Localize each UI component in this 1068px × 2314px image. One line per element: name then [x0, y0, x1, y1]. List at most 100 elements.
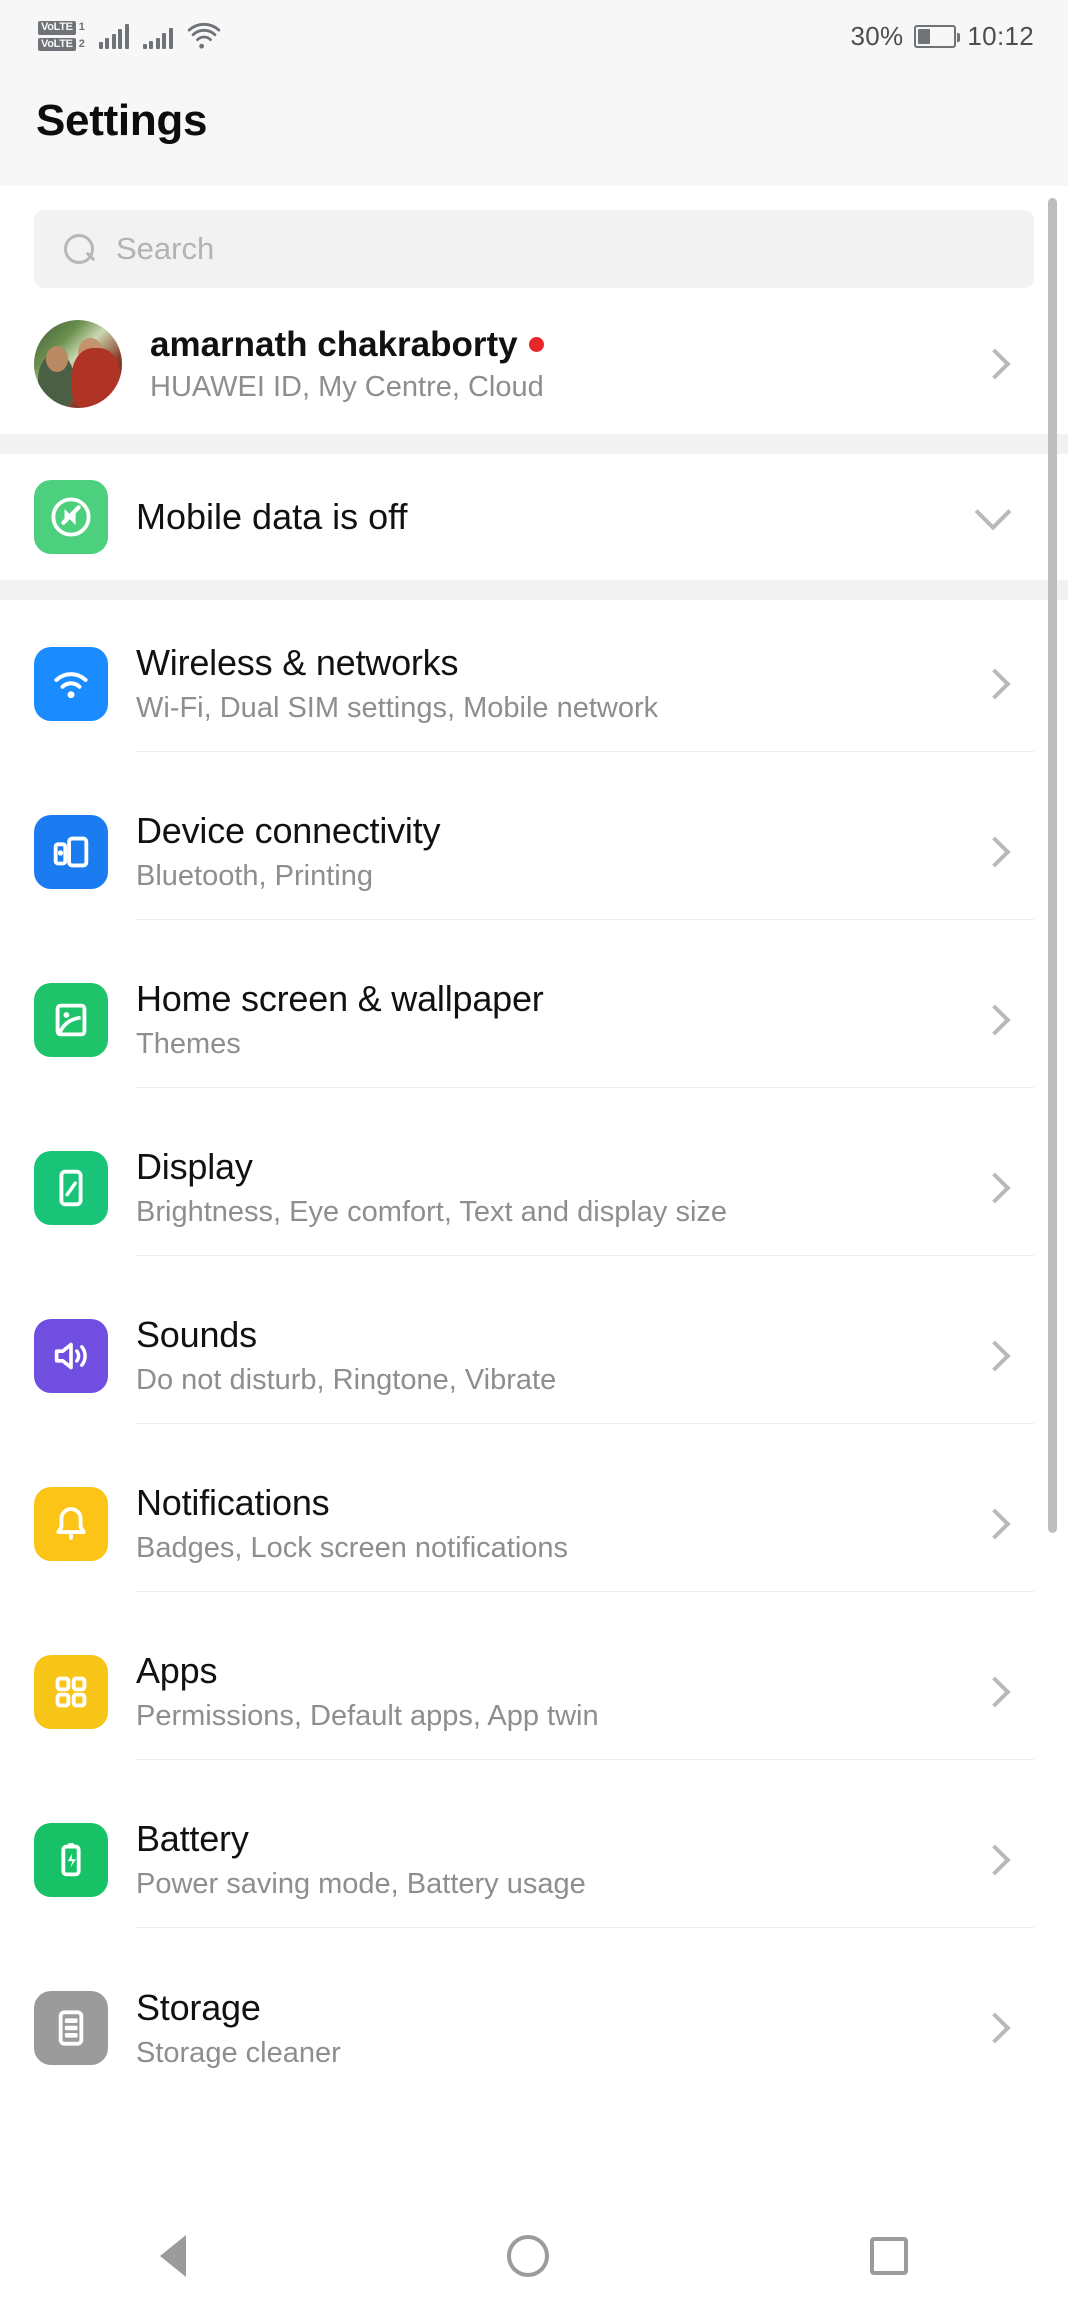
settings-item-device-connectivity[interactable]: Device connectivity Bluetooth, Printing — [0, 768, 1068, 936]
wifi-icon — [34, 647, 108, 721]
storage-icon — [34, 1991, 108, 2065]
item-title: Device connectivity — [136, 810, 441, 851]
chevron-right-icon — [979, 1507, 1011, 1540]
battery-icon — [34, 1823, 108, 1897]
avatar — [34, 320, 122, 408]
volte-sim1: VoLTE 1 — [38, 20, 85, 35]
row-body: Device connectivity Bluetooth, Printing — [136, 784, 1034, 920]
chevron-right-icon — [979, 667, 1011, 700]
chevron-right-icon — [979, 2012, 1011, 2044]
search-icon — [64, 234, 94, 264]
item-subtitle: Storage cleaner — [136, 2036, 341, 2069]
row-texts: Display Brightness, Eye comfort, Text an… — [136, 1146, 984, 1229]
volte-sim-number-1: 1 — [78, 21, 85, 34]
item-title: Display — [136, 1146, 253, 1187]
volte-badge-1: VoLTE — [38, 20, 76, 35]
row-body: Wireless & networks Wi-Fi, Dual SIM sett… — [136, 616, 1034, 752]
section-divider-2 — [0, 580, 1068, 600]
item-title: Storage — [136, 1986, 261, 2028]
item-title: Home screen & wallpaper — [136, 978, 544, 1019]
account-subtitle: HUAWEI ID, My Centre, Cloud — [150, 370, 544, 403]
settings-item-wireless-networks[interactable]: Wireless & networks Wi-Fi, Dual SIM sett… — [0, 600, 1068, 768]
row-texts: Storage Storage cleaner — [136, 1987, 984, 2070]
home-circle-icon[interactable] — [506, 2235, 549, 2277]
row-texts: Wireless & networks Wi-Fi, Dual SIM sett… — [136, 642, 984, 725]
settings-item-storage[interactable]: Storage Storage cleaner — [0, 1944, 1068, 2112]
item-subtitle: Bluetooth, Printing — [136, 860, 373, 892]
row-body: Notifications Badges, Lock screen notifi… — [136, 1456, 1034, 1592]
chevron-right-icon — [979, 348, 1011, 380]
item-title: Battery — [136, 1818, 249, 1859]
status-bar: VoLTE 1 VoLTE 2 30% 10:12 — [0, 0, 1068, 72]
chevron-right-icon — [979, 1675, 1011, 1708]
search-placeholder: Search — [116, 231, 215, 266]
item-subtitle: Wi-Fi, Dual SIM settings, Mobile network — [136, 692, 659, 724]
item-subtitle: Badges, Lock screen notifications — [136, 1532, 569, 1564]
settings-item-battery[interactable]: Battery Power saving mode, Battery usage — [0, 1776, 1068, 1944]
mobile-data-row[interactable]: Mobile data is off — [0, 454, 1068, 580]
account-name-wrap: amarnath chakraborty — [150, 325, 984, 365]
settings-list: Wireless & networks Wi-Fi, Dual SIM sett… — [0, 600, 1068, 2112]
row-texts: Notifications Badges, Lock screen notifi… — [136, 1482, 984, 1565]
volte-sim2: VoLTE 2 — [38, 37, 85, 52]
notification-dot-icon — [528, 337, 544, 352]
row-texts: Sounds Do not disturb, Ringtone, Vibrate — [136, 1314, 984, 1397]
battery-percent: 30% — [850, 20, 904, 51]
item-subtitle: Brightness, Eye comfort, Text and displa… — [136, 1196, 728, 1228]
row-body: Battery Power saving mode, Battery usage — [136, 1792, 1034, 1928]
item-subtitle: Themes — [136, 1028, 241, 1060]
chevron-right-icon — [979, 835, 1011, 868]
row-texts: Device connectivity Bluetooth, Printing — [136, 810, 984, 893]
item-subtitle: Power saving mode, Battery usage — [136, 1868, 586, 1900]
apps-grid-icon — [34, 1655, 108, 1729]
account-row[interactable]: amarnath chakraborty HUAWEI ID, My Centr… — [0, 306, 1068, 434]
chevron-right-icon — [979, 1843, 1011, 1876]
row-body: Apps Permissions, Default apps, App twin — [136, 1624, 1034, 1760]
wallpaper-icon — [34, 983, 108, 1057]
status-bar-right: 30% 10:12 — [850, 21, 1034, 52]
row-body: Home screen & wallpaper Themes — [136, 952, 1034, 1088]
item-subtitle: Do not disturb, Ringtone, Vibrate — [136, 1364, 557, 1396]
title-bar: Settings — [0, 72, 1068, 186]
chevron-right-icon — [979, 1003, 1011, 1036]
row-body: Sounds Do not disturb, Ringtone, Vibrate — [136, 1288, 1034, 1424]
account-text: amarnath chakraborty HUAWEI ID, My Centr… — [150, 325, 984, 404]
wifi-icon — [187, 22, 221, 49]
section-divider — [0, 434, 1068, 454]
display-icon — [34, 1151, 108, 1225]
settings-item-notifications[interactable]: Notifications Badges, Lock screen notifi… — [0, 1440, 1068, 1608]
item-title: Notifications — [136, 1482, 330, 1523]
item-title: Wireless & networks — [136, 642, 459, 683]
chevron-right-icon — [979, 1171, 1011, 1204]
row-body: Display Brightness, Eye comfort, Text an… — [136, 1120, 1034, 1256]
sounds-icon — [34, 1319, 108, 1393]
settings-item-display[interactable]: Display Brightness, Eye comfort, Text an… — [0, 1104, 1068, 1272]
bell-icon — [34, 1487, 108, 1561]
row-texts: Apps Permissions, Default apps, App twin — [136, 1650, 984, 1733]
back-triangle-icon[interactable] — [160, 2235, 187, 2277]
navigation-bar — [0, 2198, 1068, 2314]
signal-bars-icon — [98, 23, 129, 49]
scroll-container[interactable]: Search amarnath chakraborty HUAWEI ID, M… — [0, 186, 1068, 2112]
mobile-data-off-icon — [34, 480, 108, 554]
item-title: Apps — [136, 1650, 218, 1691]
status-bar-left: VoLTE 1 VoLTE 2 — [38, 20, 221, 52]
settings-item-apps[interactable]: Apps Permissions, Default apps, App twin — [0, 1608, 1068, 1776]
recents-square-icon[interactable] — [869, 2237, 908, 2275]
page-title: Settings — [36, 96, 208, 145]
signal-bars-weak-icon — [142, 23, 173, 49]
device-connectivity-icon — [34, 815, 108, 889]
item-title: Sounds — [136, 1314, 257, 1355]
row-texts: Home screen & wallpaper Themes — [136, 978, 984, 1061]
chevron-down-icon[interactable] — [974, 493, 1012, 531]
settings-item-sounds[interactable]: Sounds Do not disturb, Ringtone, Vibrate — [0, 1272, 1068, 1440]
row-texts: Battery Power saving mode, Battery usage — [136, 1818, 984, 1901]
search-input[interactable]: Search — [34, 210, 1034, 288]
chevron-right-icon — [979, 1339, 1011, 1372]
volte-indicators: VoLTE 1 VoLTE 2 — [38, 20, 85, 52]
search-section: Search — [0, 186, 1068, 306]
mobile-data-label: Mobile data is off — [136, 496, 408, 537]
settings-item-home-screen-wallpaper[interactable]: Home screen & wallpaper Themes — [0, 936, 1068, 1104]
account-name: amarnath chakraborty — [150, 324, 518, 364]
volte-sim-number-2: 2 — [78, 37, 85, 50]
